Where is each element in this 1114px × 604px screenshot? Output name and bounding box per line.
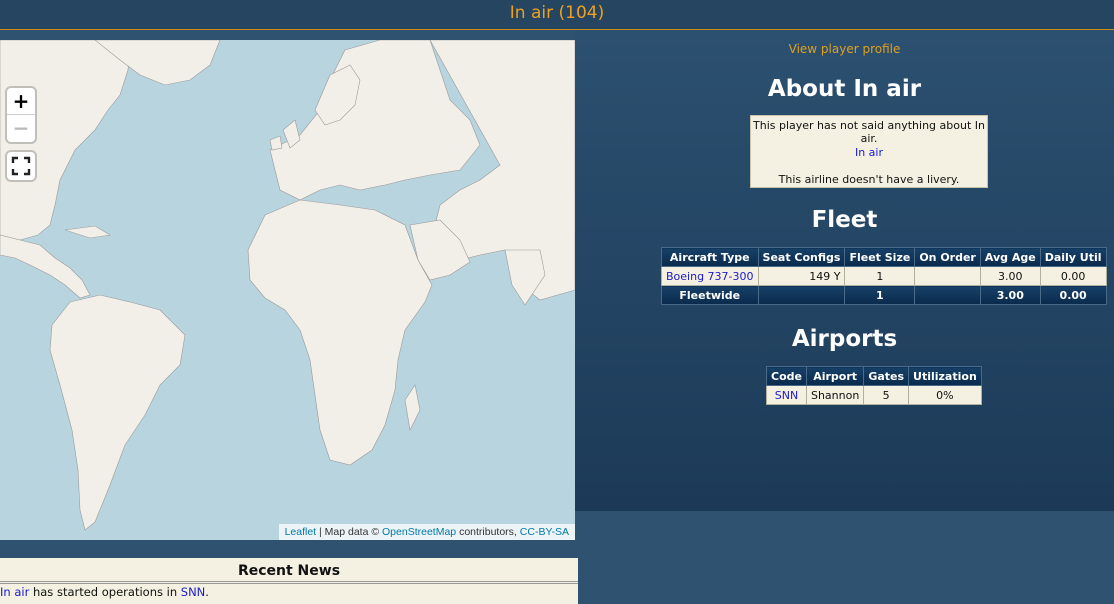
openstreetmap-link[interactable]: OpenStreetMap	[382, 526, 456, 538]
daily-util-cell: 0.00	[1039, 266, 1107, 286]
zoom-out-button[interactable]: −	[7, 115, 35, 142]
about-box: This player has not said anything about …	[750, 115, 988, 188]
col-aircraft-type: Aircraft Type	[661, 247, 759, 267]
col-gates: Gates	[863, 366, 910, 386]
zoom-control: + −	[7, 88, 35, 142]
zoom-in-button[interactable]: +	[7, 88, 35, 115]
fleetwide-on-order	[914, 285, 981, 305]
recent-news-heading: Recent News	[0, 558, 578, 584]
license-link[interactable]: CC-BY-SA	[520, 526, 569, 538]
avg-age-cell: 3.00	[979, 266, 1041, 286]
news-airline-link[interactable]: In air	[0, 585, 29, 599]
fleetwide-size: 1	[844, 285, 916, 305]
on-order-cell	[914, 266, 981, 286]
attribution-contributors: contributors,	[456, 526, 520, 538]
table-row: SNN Shannon 5 0%	[766, 385, 982, 405]
airports-table: Code Airport Gates Utilization SNN Shann…	[766, 366, 982, 405]
livery-text: This airline doesn't have a livery.	[778, 173, 960, 186]
col-on-order: On Order	[914, 247, 981, 267]
view-player-profile-link[interactable]: View player profile	[575, 42, 1114, 56]
table-row: Boeing 737-300 149 Y 1 3.00 0.00	[661, 266, 1107, 286]
fleet-heading: Fleet	[811, 207, 878, 233]
page-title: In air (104)	[509, 3, 605, 23]
news-end: .	[205, 585, 209, 599]
recent-news: Recent News In air has started operation…	[0, 558, 578, 604]
fleetwide-avg-age: 3.00	[979, 285, 1041, 305]
fleet-header-row: Aircraft Type Seat Configs Fleet Size On…	[661, 247, 1107, 267]
leaflet-link[interactable]: Leaflet	[285, 526, 317, 538]
page-header: In air (104)	[0, 0, 1114, 30]
news-airport-link[interactable]: SNN	[181, 585, 206, 599]
col-airport: Airport	[805, 366, 865, 386]
col-avg-age: Avg Age	[979, 247, 1041, 267]
world-map[interactable]: + − Leaflet | Map data © OpenStreetMap c…	[0, 40, 575, 540]
map-attribution: Leaflet | Map data © OpenStreetMap contr…	[278, 524, 575, 540]
fleet-size-cell: 1	[844, 266, 916, 286]
utilization-cell: 0%	[908, 385, 982, 405]
fleet-table: Aircraft Type Seat Configs Fleet Size On…	[661, 247, 1107, 305]
airport-code-link[interactable]: SNN	[775, 389, 798, 402]
fullscreen-button[interactable]	[7, 152, 35, 180]
list-item: In air has started operations in SNN.	[0, 584, 578, 600]
attribution-text: | Map data ©	[316, 526, 383, 538]
airline-link[interactable]: In air	[855, 146, 883, 159]
col-seat-configs: Seat Configs	[757, 247, 846, 267]
airports-heading: Airports	[791, 326, 898, 352]
seat-configs-cell: 149 Y	[757, 266, 846, 286]
col-fleet-size: Fleet Size	[844, 247, 916, 267]
aircraft-type-link[interactable]: Boeing 737-300	[666, 270, 754, 283]
news-text: has started operations in	[29, 585, 181, 599]
profile-panel: View player profile About In air This pl…	[575, 30, 1114, 511]
map-tiles	[0, 40, 575, 531]
fleetwide-seats	[757, 285, 846, 305]
airport-name-cell: Shannon	[805, 385, 865, 405]
col-utilization: Utilization	[908, 366, 982, 386]
about-heading: About In air	[767, 76, 922, 102]
fleetwide-label: Fleetwide	[661, 285, 759, 305]
col-daily-util: Daily Util	[1039, 247, 1107, 267]
fullscreen-icon	[11, 156, 31, 176]
col-code: Code	[766, 366, 807, 386]
gates-cell: 5	[863, 385, 910, 405]
airports-header-row: Code Airport Gates Utilization	[766, 366, 982, 386]
fleetwide-util: 0.00	[1039, 285, 1107, 305]
about-text: This player has not said anything about …	[753, 119, 985, 145]
fleet-footer-row: Fleetwide 1 3.00 0.00	[661, 285, 1107, 305]
